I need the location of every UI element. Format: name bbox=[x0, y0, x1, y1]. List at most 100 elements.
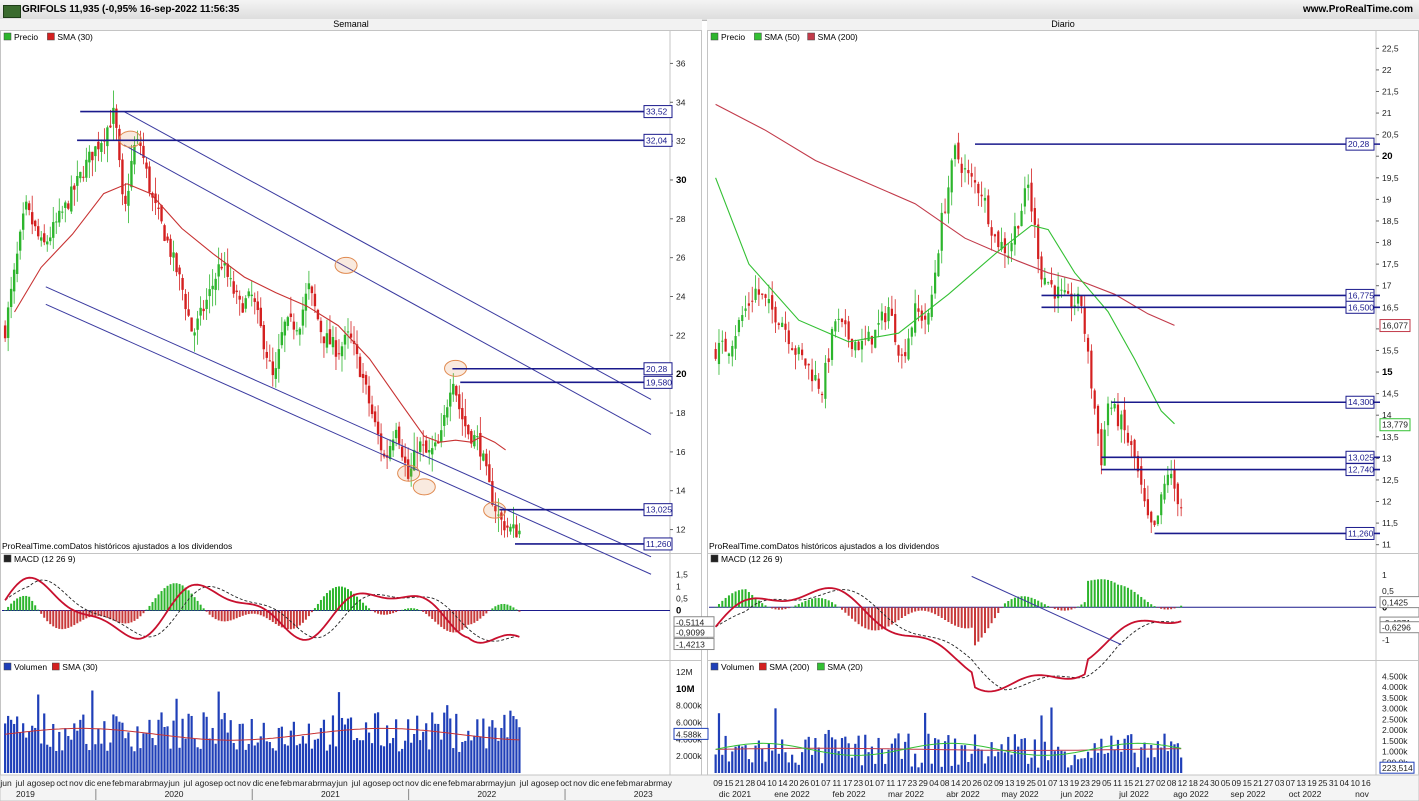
daily-candle bbox=[1176, 483, 1179, 505]
weekly-macd-histogram-bar bbox=[226, 610, 229, 622]
weekly-volume-bar bbox=[410, 742, 413, 773]
daily-volume-bar bbox=[1047, 760, 1050, 773]
daily-candle bbox=[840, 318, 844, 323]
daily-x-tick-label: 01 bbox=[1037, 778, 1047, 788]
weekly-macd-histogram-bar bbox=[350, 591, 353, 611]
weekly-volume-legend-label: SMA (30) bbox=[62, 662, 98, 672]
weekly-candle bbox=[470, 431, 473, 444]
daily-volume-bar bbox=[1096, 752, 1100, 773]
daily-macd-histogram-bar bbox=[817, 597, 820, 608]
weekly-candle bbox=[52, 222, 55, 238]
weekly-x-year-label: 2020 bbox=[165, 789, 184, 799]
weekly-volume-bar bbox=[124, 738, 127, 773]
weekly-macd-histogram-bar bbox=[464, 610, 467, 628]
daily-volume-bar bbox=[1083, 758, 1086, 773]
weekly-candle bbox=[467, 425, 470, 435]
weekly-candle bbox=[67, 203, 70, 209]
weekly-candle bbox=[172, 252, 175, 258]
weekly-volume-bar bbox=[343, 724, 347, 773]
daily-macd-histogram-bar bbox=[930, 607, 933, 613]
daily-volume-bar bbox=[977, 748, 980, 773]
daily-x-tick-label: 11 bbox=[832, 778, 841, 788]
daily-volume-last-value-label: 223,514 bbox=[1382, 763, 1413, 773]
daily-candle bbox=[1120, 414, 1123, 430]
weekly-x-year-label: 2022 bbox=[477, 789, 496, 799]
daily-volume-bar bbox=[1143, 742, 1146, 773]
daily-volume-bar bbox=[1073, 754, 1076, 773]
daily-x-month-label: sep 2022 bbox=[1231, 789, 1266, 799]
weekly-macd-histogram-bar bbox=[40, 610, 43, 614]
daily-macd-histogram-bar bbox=[880, 607, 883, 630]
daily-macd-histogram-bar bbox=[741, 589, 744, 608]
daily-candle bbox=[1160, 494, 1163, 516]
daily-candle bbox=[741, 315, 744, 321]
weekly-volume-bar bbox=[97, 728, 100, 773]
daily-macd-histogram-bar bbox=[1043, 604, 1046, 608]
weekly-macd-histogram-bar bbox=[392, 610, 395, 614]
weekly-candle bbox=[124, 195, 127, 204]
daily-volume-bar bbox=[1153, 757, 1156, 773]
weekly-candle bbox=[479, 432, 482, 457]
daily-x-tick-label: 02 bbox=[983, 778, 993, 788]
weekly-macd-histogram-bar bbox=[262, 610, 265, 617]
daily-macd-histogram-bar bbox=[1153, 606, 1156, 608]
site-link[interactable]: www.ProRealTime.com bbox=[1303, 4, 1413, 15]
weekly-candle bbox=[289, 313, 293, 318]
weekly-macd-histogram-bar bbox=[172, 583, 175, 611]
weekly-volume-bar bbox=[58, 731, 61, 773]
daily-macd-histogram-bar bbox=[821, 598, 824, 608]
weekly-x-tick-label: ago bbox=[195, 778, 209, 788]
weekly-macd-histogram-bar bbox=[70, 610, 73, 627]
daily-volume-tick-label: 3.000k bbox=[1382, 704, 1408, 714]
weekly-candle bbox=[199, 307, 202, 316]
weekly-volume-bar bbox=[55, 750, 58, 773]
weekly-candle bbox=[322, 336, 326, 344]
weekly-candle bbox=[382, 453, 386, 457]
weekly-volume-bar bbox=[43, 713, 46, 773]
daily-level-box bbox=[1345, 450, 1375, 464]
daily-macd-histogram-bar bbox=[874, 607, 877, 631]
weekly-macd-histogram-bar bbox=[253, 610, 256, 614]
daily-x-tick-label: 20 bbox=[789, 778, 799, 788]
weekly-candle bbox=[217, 264, 220, 277]
weekly-macd-histogram-bar bbox=[85, 610, 88, 619]
daily-macd-histogram-bar bbox=[924, 607, 927, 611]
daily-candle bbox=[1103, 429, 1106, 466]
weekly-macd-histogram-bar bbox=[130, 610, 133, 623]
daily-candle bbox=[1000, 241, 1003, 250]
weekly-macd-histogram-bar bbox=[512, 607, 515, 611]
weekly-volume-bar bbox=[304, 743, 307, 773]
weekly-macd-histogram-bar bbox=[181, 585, 184, 611]
weekly-volume-bar bbox=[416, 715, 419, 773]
weekly-level-box bbox=[643, 503, 673, 517]
weekly-candle bbox=[229, 278, 232, 280]
weekly-volume-tick-label: 2.000k bbox=[676, 751, 702, 761]
daily-macd-histogram-bar bbox=[947, 607, 950, 623]
weekly-macd-histogram-bar bbox=[166, 585, 169, 611]
daily-candle bbox=[1156, 515, 1159, 525]
weekly-macd-last-value-label: -1,4213 bbox=[676, 640, 705, 650]
weekly-candle bbox=[301, 309, 305, 326]
daily-macd-histogram-bar bbox=[1067, 607, 1070, 611]
weekly-candle bbox=[223, 263, 226, 266]
weekly-macd-histogram-bar bbox=[446, 610, 449, 631]
weekly-macd-histogram-bar bbox=[286, 610, 289, 630]
weekly-volume-bar bbox=[13, 723, 16, 773]
weekly-volume-tick-label: 12M bbox=[676, 667, 693, 677]
daily-macd-pane bbox=[707, 553, 1419, 661]
daily-volume-bar bbox=[973, 734, 977, 773]
weekly-volume-bar bbox=[295, 745, 298, 773]
daily-volume-bar bbox=[1156, 741, 1159, 773]
daily-macd-histogram-bar bbox=[1176, 607, 1179, 608]
daily-price-tick-label: 17 bbox=[1382, 281, 1392, 291]
weekly-x-tick-label: jun bbox=[0, 778, 12, 788]
weekly-volume-bar bbox=[373, 713, 377, 773]
weekly-channel-line bbox=[123, 144, 652, 435]
daily-candle bbox=[983, 197, 987, 201]
weekly-candle bbox=[118, 128, 121, 161]
daily-x-month-label: feb 2022 bbox=[832, 789, 865, 799]
daily-candle bbox=[877, 322, 880, 325]
daily-candle bbox=[731, 345, 734, 357]
daily-volume-bar bbox=[1040, 715, 1043, 773]
daily-volume-bar bbox=[767, 743, 770, 773]
